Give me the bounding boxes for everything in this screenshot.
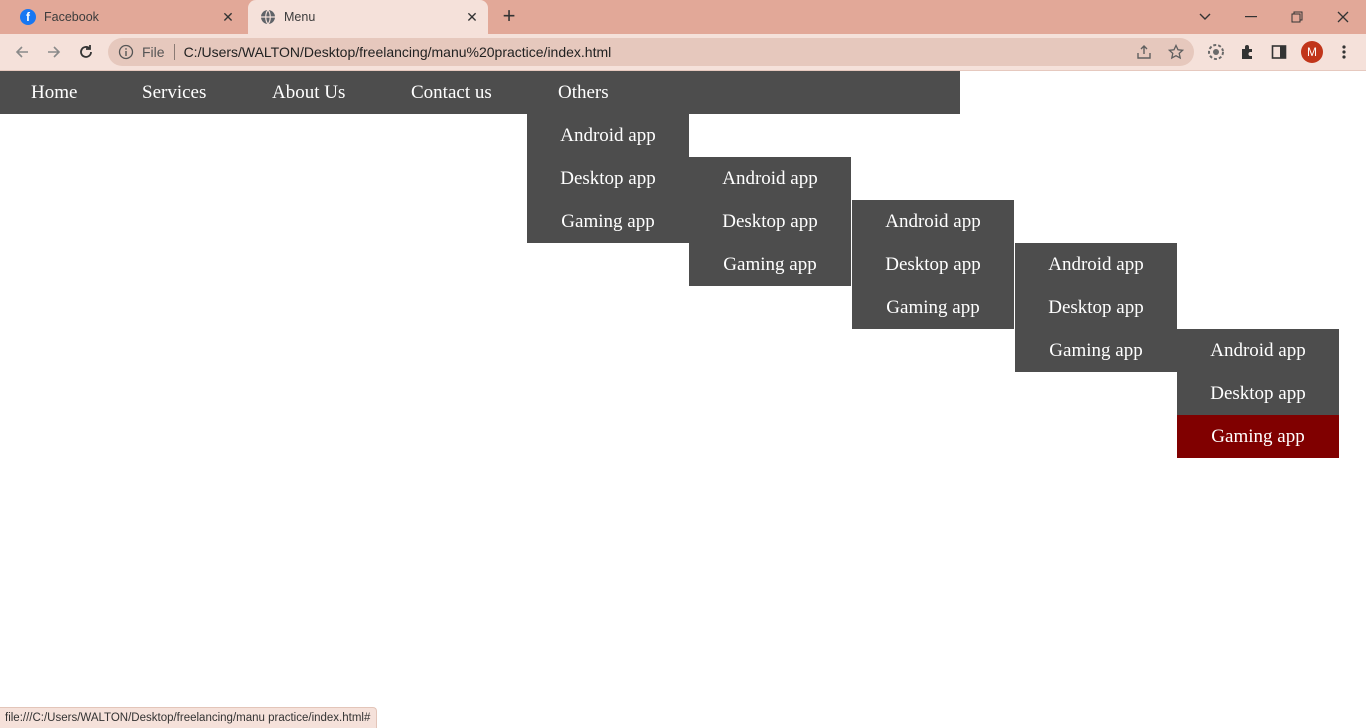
new-tab-button[interactable]: + [497,5,521,29]
menu-item-gaming-app[interactable]: Gaming app [689,243,851,286]
scheme-label: File [142,44,165,60]
side-panel-icon[interactable] [1267,40,1291,64]
menu-item-gaming-app[interactable]: Gaming app [1015,329,1177,372]
address-bar[interactable]: File C:/Users/WALTON/Desktop/freelancing… [108,38,1194,66]
nav-others[interactable]: Others [558,71,609,114]
facebook-icon: f [20,9,36,25]
share-icon[interactable] [1134,42,1154,62]
extensions-puzzle-icon[interactable] [1236,40,1260,64]
menu-item-android-app[interactable]: Android app [527,114,689,157]
profile-avatar[interactable]: M [1301,41,1323,63]
globe-icon [260,9,276,25]
main-navbar: Home Services About Us Contact us Others [0,71,960,114]
close-window-button[interactable] [1320,0,1366,34]
minimize-button[interactable] [1228,0,1274,34]
menu-item-desktop-app[interactable]: Desktop app [689,200,851,243]
info-icon[interactable] [118,44,134,60]
tab-title: Facebook [44,10,99,24]
status-url-bubble: file:///C:/Users/WALTON/Desktop/freelanc… [0,707,378,728]
menu-item-gaming-app[interactable]: Gaming app [852,286,1014,329]
menu-item-desktop-app[interactable]: Desktop app [852,243,1014,286]
close-icon[interactable]: ✕ [218,9,238,26]
back-icon[interactable] [10,40,34,64]
nav-contact-us[interactable]: Contact us [411,71,492,114]
menu-item-android-app[interactable]: Android app [852,200,1014,243]
menu-item-desktop-app[interactable]: Desktop app [1177,372,1339,415]
menu-item-gaming-app-hovered[interactable]: Gaming app [1177,415,1339,458]
bookmark-star-icon[interactable] [1166,42,1186,62]
nav-services[interactable]: Services [142,71,206,114]
forward-icon[interactable] [42,40,66,64]
menu-item-desktop-app[interactable]: Desktop app [1015,286,1177,329]
menu-item-desktop-app[interactable]: Desktop app [527,157,689,200]
reload-icon[interactable] [74,40,98,64]
tab-title: Menu [284,10,316,24]
url-text[interactable]: C:/Users/WALTON/Desktop/freelancing/manu… [184,44,612,60]
menu-item-android-app[interactable]: Android app [1015,243,1177,286]
browser-toolbar: File C:/Users/WALTON/Desktop/freelancing… [0,34,1366,71]
divider [173,44,175,60]
tab-menu[interactable]: Menu ✕ [248,0,488,34]
tab-search-icon[interactable] [1182,0,1228,34]
menu-item-android-app[interactable]: Android app [1177,329,1339,372]
menu-item-gaming-app[interactable]: Gaming app [527,200,689,243]
tab-strip: f Facebook ✕ Menu ✕ + [0,0,1366,34]
nav-home[interactable]: Home [31,71,77,114]
more-menu-icon[interactable] [1332,40,1356,64]
extension-gear-icon[interactable] [1204,40,1228,64]
restore-button[interactable] [1274,0,1320,34]
close-icon[interactable]: ✕ [462,9,482,26]
nav-about-us[interactable]: About Us [272,71,345,114]
tab-facebook[interactable]: f Facebook ✕ [8,0,244,34]
menu-item-android-app[interactable]: Android app [689,157,851,200]
